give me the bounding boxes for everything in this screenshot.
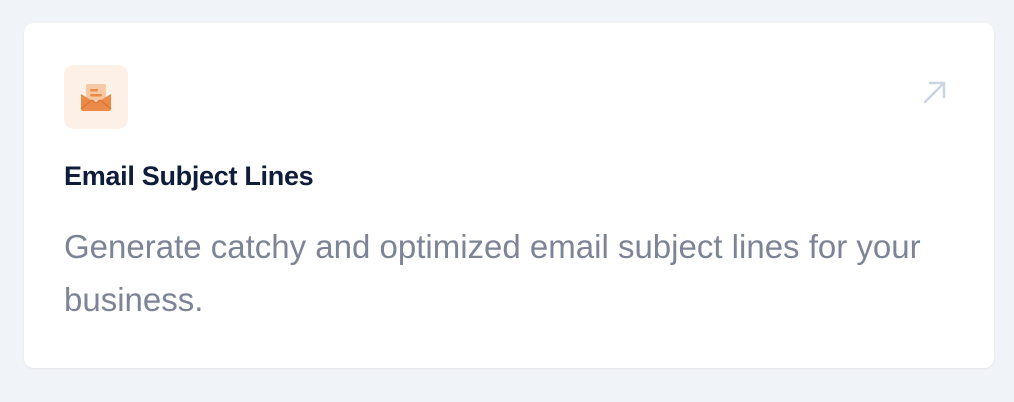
card-description: Generate catchy and optimized email subj… [64, 228, 921, 318]
card-title: Email Subject Lines [64, 161, 314, 191]
arrow-up-right-icon[interactable] [920, 77, 950, 107]
envelope-open-icon [80, 84, 112, 111]
icon-tile [64, 65, 128, 129]
tool-card[interactable]: Email Subject Lines Generate catchy and … [24, 23, 994, 368]
